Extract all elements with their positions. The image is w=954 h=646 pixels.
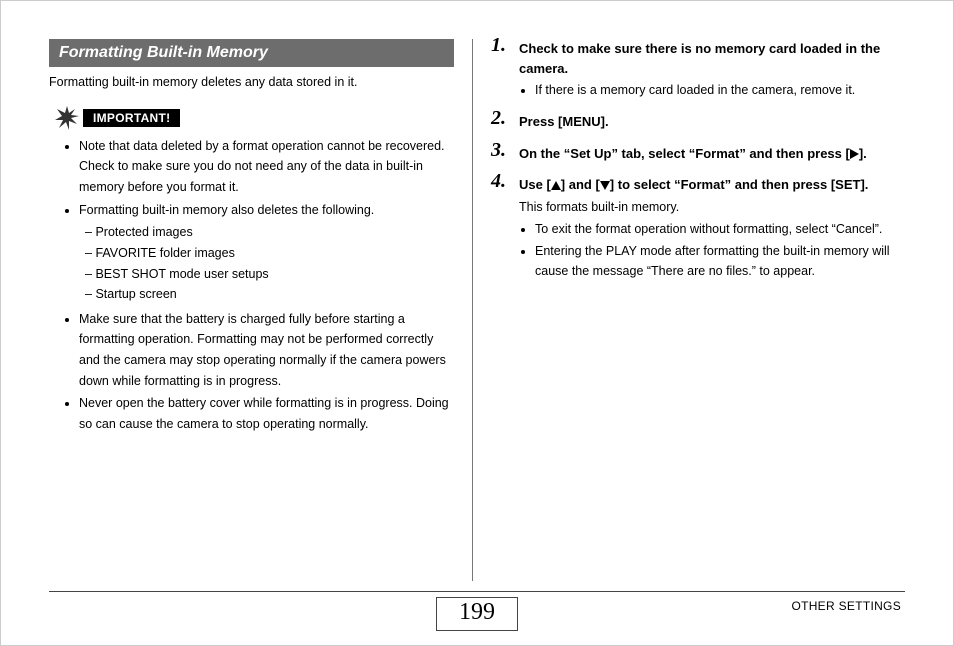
step-2: 2. Press [MENU]. bbox=[491, 112, 905, 132]
triangle-right-icon bbox=[850, 149, 859, 159]
starburst-icon bbox=[55, 106, 79, 130]
step-text: ] and [ bbox=[561, 177, 600, 192]
step-heading: Use [ ] and [ ] to select “Format” and the… bbox=[519, 175, 905, 195]
right-column: 1. Check to make sure there is no memory… bbox=[473, 39, 905, 587]
step-1: 1. Check to make sure there is no memory… bbox=[491, 39, 905, 100]
sub-item: BEST SHOT mode user setups bbox=[85, 264, 454, 285]
step-text: Use [ bbox=[519, 177, 551, 192]
bullet-item: Make sure that the battery is charged fu… bbox=[79, 309, 454, 392]
left-column: Formatting Built-in Memory Formatting bu… bbox=[49, 39, 472, 587]
bullet-item: Note that data deleted by a format opera… bbox=[79, 136, 454, 198]
intro-text: Formatting built-in memory deletes any d… bbox=[49, 73, 454, 92]
manual-page: Formatting Built-in Memory Formatting bu… bbox=[0, 0, 954, 646]
step-number: 2. bbox=[491, 107, 506, 130]
step-3: 3. On the “Set Up” tab, select “Format” … bbox=[491, 144, 905, 164]
bullet-item: Formatting built-in memory also deletes … bbox=[79, 200, 454, 305]
step-text: ] to select “Format” and then press [SET… bbox=[610, 177, 869, 192]
sub-item: Startup screen bbox=[85, 284, 454, 305]
page-number: 199 bbox=[436, 597, 518, 631]
step-bullet: To exit the format operation without for… bbox=[535, 219, 905, 239]
footer-section-label: OTHER SETTINGS bbox=[791, 599, 901, 613]
step-bullets: To exit the format operation without for… bbox=[519, 219, 905, 281]
important-bullets: Note that data deleted by a format opera… bbox=[49, 136, 454, 435]
important-callout: IMPORTANT! bbox=[55, 106, 454, 130]
step-4: 4. Use [] and [] to select “Format” and … bbox=[491, 175, 905, 281]
sub-item: FAVORITE folder images bbox=[85, 243, 454, 264]
step-number: 1. bbox=[491, 34, 506, 57]
sub-bullets: Protected images FAVORITE folder images … bbox=[79, 222, 454, 305]
step-bullets: If there is a memory card loaded in the … bbox=[519, 80, 905, 100]
step-number: 4. bbox=[491, 170, 506, 193]
bullet-text: Formatting built-in memory also deletes … bbox=[79, 203, 374, 217]
step-bullet: If there is a memory card loaded in the … bbox=[535, 80, 905, 100]
step-body: This formats built-in memory. bbox=[519, 197, 905, 217]
section-heading: Formatting Built-in Memory bbox=[49, 39, 454, 67]
step-text: ]. bbox=[859, 146, 867, 161]
triangle-up-icon bbox=[551, 181, 561, 190]
step-heading: On the “Set Up” tab, select “Format” and… bbox=[519, 144, 905, 164]
step-heading: Press [MENU]. bbox=[519, 112, 905, 132]
step-number: 3. bbox=[491, 139, 506, 162]
step-heading: Check to make sure there is no memory ca… bbox=[519, 39, 905, 78]
step-text: On the “Set Up” tab, select “Format” and… bbox=[519, 146, 850, 161]
steps-list: 1. Check to make sure there is no memory… bbox=[491, 39, 905, 281]
triangle-down-icon bbox=[600, 181, 610, 190]
sub-item: Protected images bbox=[85, 222, 454, 243]
content-columns: Formatting Built-in Memory Formatting bu… bbox=[49, 39, 905, 587]
step-bullet: Entering the PLAY mode after formatting … bbox=[535, 241, 905, 281]
important-label: IMPORTANT! bbox=[83, 109, 180, 127]
footer-rule bbox=[49, 591, 905, 592]
bullet-item: Never open the battery cover while forma… bbox=[79, 393, 454, 434]
